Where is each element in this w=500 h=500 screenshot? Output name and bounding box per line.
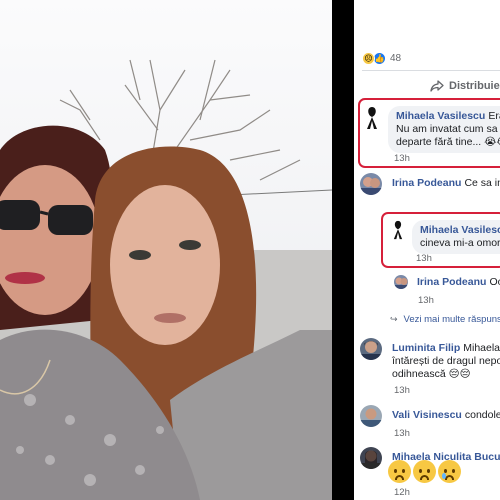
comment-time[interactable]: 13h xyxy=(394,428,410,439)
comment-bubble: Irina PodeanuOoc xyxy=(413,276,500,289)
comment-text: întărești de dragul nepoții xyxy=(392,355,500,367)
comment-author[interactable]: Irina Podeanu xyxy=(392,177,461,189)
share-label: Distribuie xyxy=(449,80,500,92)
reaction-count[interactable]: 48 xyxy=(390,53,401,64)
comment-author[interactable]: Irina Podeanu xyxy=(417,276,486,288)
photo-viewer-divider xyxy=(332,0,354,500)
comment-author[interactable]: Vali Visinescu xyxy=(392,409,462,421)
comment-text: departe fără tine... 😭😭 xyxy=(396,136,500,148)
sad-icon: ☹ xyxy=(362,51,375,65)
sad-face-icon xyxy=(388,460,411,483)
view-more-replies-link[interactable]: ↪ Vezi mai multe răspunsu xyxy=(390,314,500,325)
comment-text: Ce sa inta xyxy=(464,177,500,189)
comment-bubble: Luminita FilipMihaela tre întărești de d… xyxy=(390,338,500,385)
comment: Mihaela Vasilescu cineva mi-a omorît c xyxy=(390,220,500,254)
comment-bubble: Irina PodeanuCe sa inta xyxy=(390,173,500,194)
crying-face-icon xyxy=(438,460,461,483)
comment-author[interactable]: Mihaela Vasilescu xyxy=(396,110,485,122)
comment-time[interactable]: 13h xyxy=(394,153,410,164)
avatar[interactable] xyxy=(360,405,382,427)
avatar[interactable] xyxy=(360,447,382,469)
comment-text: Nu am invatat cum sa pot xyxy=(396,123,500,135)
comment-bubble: Mihaela Vasilescu cineva mi-a omorît c xyxy=(412,220,500,254)
comment-time[interactable]: 13h xyxy=(416,253,432,264)
comment-bubble: Vali Visinescucondolea xyxy=(390,405,500,426)
avatar[interactable] xyxy=(360,338,382,360)
comment-text: cineva mi-a omorît c xyxy=(420,237,500,249)
comment-bubble: Mihaela VasilescuErai s Nu am invatat cu… xyxy=(388,106,500,153)
reply-arrow-icon: ↪ xyxy=(390,314,398,324)
comment-time[interactable]: 13h xyxy=(394,385,410,396)
share-button[interactable]: Distribuie xyxy=(430,78,500,94)
divider xyxy=(362,70,500,71)
selfie-image xyxy=(0,0,332,500)
comment: Vali Visinescucondolea xyxy=(360,405,500,427)
black-ribbon-icon xyxy=(390,220,406,240)
comment: Irina PodeanuCe sa inta xyxy=(360,173,500,195)
comment-author[interactable]: Mihaela Vasilescu xyxy=(420,224,500,236)
comments-panel[interactable]: ☹ 👍 48 Distribuie Mihaela VasilescuErai … xyxy=(354,0,500,500)
black-ribbon-icon xyxy=(362,106,382,130)
comment-text: condolea xyxy=(464,409,500,421)
comment-text: Erai s xyxy=(488,110,500,122)
comment-text: odihnească 😔😔 xyxy=(392,368,471,380)
comment: Luminita FilipMihaela tre întărești de d… xyxy=(360,338,500,385)
comment: Mihaela VasilescuErai s Nu am invatat cu… xyxy=(362,106,500,153)
comment-time[interactable]: 13h xyxy=(418,295,434,306)
comment-author[interactable]: Luminita Filip xyxy=(392,342,460,354)
emoji-reaction-row xyxy=(388,460,463,483)
comment-time[interactable]: 12h xyxy=(394,487,410,498)
comment: Irina PodeanuOoc xyxy=(394,275,500,289)
avatar[interactable] xyxy=(360,173,382,195)
share-arrow-icon xyxy=(430,80,444,92)
reaction-summary[interactable]: ☹ 👍 48 xyxy=(362,50,401,66)
comment-text: Mihaela tre xyxy=(463,342,500,354)
comment-text: Ooc xyxy=(489,276,500,288)
post-photo[interactable] xyxy=(0,0,332,500)
sad-face-icon xyxy=(413,460,436,483)
avatar[interactable] xyxy=(394,275,408,289)
